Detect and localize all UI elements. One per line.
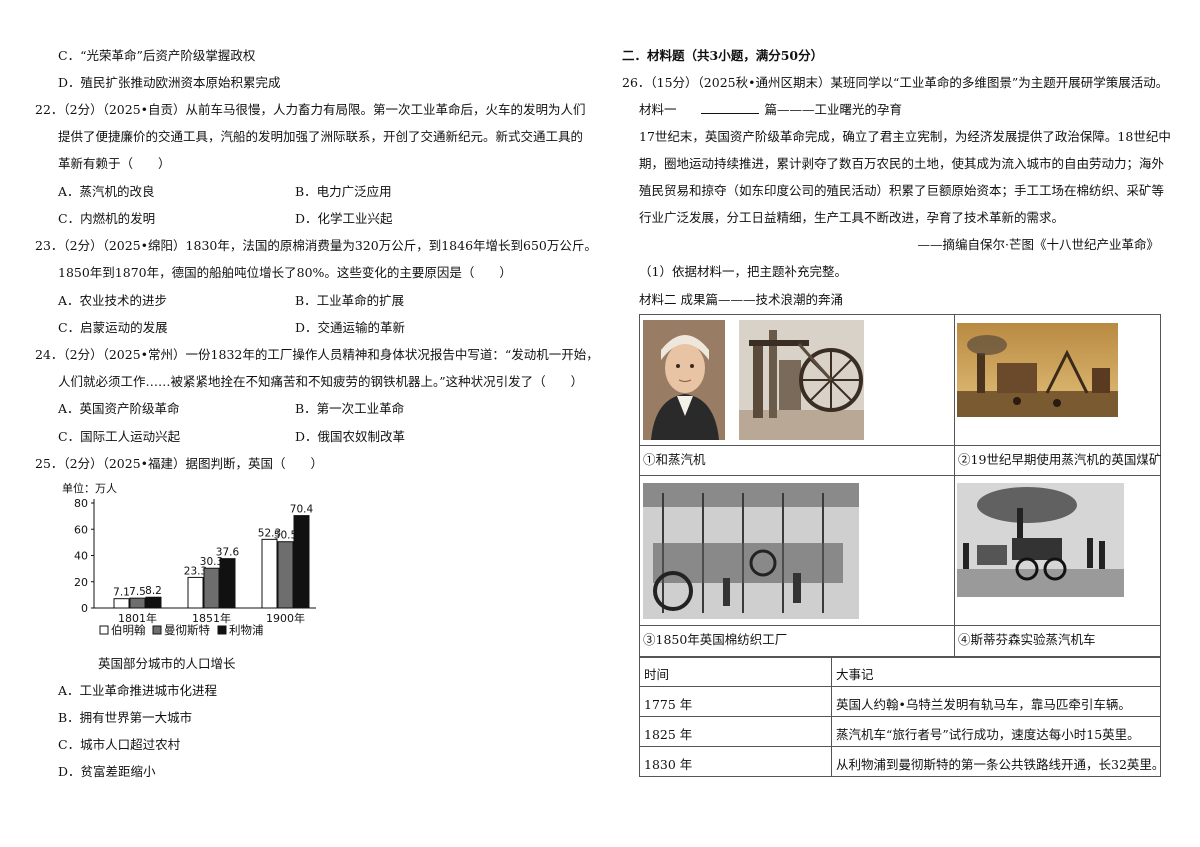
cotton-mill-image <box>643 483 859 619</box>
table-row: 1830 年 从利物浦到曼彻斯特的第一条公共铁路线开通，长32英里。 <box>640 746 1164 777</box>
locomotive-image <box>957 483 1124 597</box>
caption-3: ③1850年英国棉纺织工厂 <box>643 632 788 647</box>
q23-option-a: A．农业技术的进步 <box>58 293 168 308</box>
material-one-text-line1: 17世纪末，英国资产阶级革命完成，确立了君主立宪制，为经济发展提供了政治保障。1… <box>639 129 1171 144</box>
material-one-text-line2: 期，圈地运动持续推进，累计剥夺了数百万农民的土地，使其成为流入城市的自由劳动力；… <box>639 156 1165 171</box>
row-time: 1825 年 <box>644 727 693 742</box>
material-one-text-line3: 殖民贸易和掠夺（如东印度公司的殖民活动）积累了巨额原始资本；手工工场在棉纺织、采… <box>639 183 1165 198</box>
bar-value-label: 70.4 <box>290 504 314 516</box>
bar <box>261 538 278 609</box>
bar <box>113 598 130 609</box>
table-row: 1775 年 英国人约翰•乌特兰发明有轨马车，靠马匹牵引车辆。 <box>640 686 1160 717</box>
legend-label: 利物浦 <box>229 623 264 637</box>
legend-swatch <box>217 625 227 635</box>
bar <box>293 515 310 609</box>
material-one-title-tail: 篇———工业曙光的孕育 <box>764 102 903 117</box>
q24-stem-line2: 人们就必须工作……被紧紧地拴在不知痛苦和不知疲劳的钢铁机器上。”这种状况引发了（… <box>58 374 584 389</box>
q24-option-d: D．俄国农奴制改革 <box>295 429 406 444</box>
q23-option-d: D．交通运输的革新 <box>295 320 406 335</box>
y-tick-label: 60 <box>74 523 88 536</box>
watt-portrait-image <box>643 320 725 440</box>
material-two-heading: 材料二 成果篇———技术浪潮的奔涌 <box>639 292 843 307</box>
theme-blank <box>700 102 759 114</box>
material-two-figure-grid: ①和蒸汽机 ②19世纪早期使用蒸汽机的英国煤矿 ③1850年英国棉纺织工厂 ④斯… <box>639 314 1161 658</box>
row-time: 1830 年 <box>644 757 693 772</box>
q22-option-b: B．电力广泛应用 <box>295 184 392 199</box>
q25-option-a: A．工业革命推进城市化进程 <box>58 683 218 698</box>
sub-question-1: （1）依据材料一，把主题补充完整。 <box>639 264 847 279</box>
grid-divider <box>954 315 955 657</box>
bar-value-label: 37.6 <box>216 547 240 559</box>
bar-value-label: 8.2 <box>145 585 162 597</box>
row-event: 英国人约翰•乌特兰发明有轨马车，靠马匹牵引车辆。 <box>836 697 1131 712</box>
row-event: 从利物浦到曼彻斯特的第一条公共铁路线开通，长32英里。 <box>836 757 1165 772</box>
material-one-heading: 材料一 篇———工业曙光的孕育 <box>639 102 902 118</box>
grid-divider <box>640 445 1160 446</box>
q23-stem-line1: 23．（2分）（2025•绵阳）1830年，法国的原棉消费量为320万公斤，到1… <box>35 238 597 253</box>
bar <box>145 596 162 609</box>
bar <box>129 597 146 609</box>
q22-stem-line2: 提供了便捷廉价的交通工具，汽船的发明加强了洲际联系，开创了交通新纪元。新式交通工… <box>58 129 584 144</box>
header-time: 时间 <box>644 667 670 682</box>
y-tick-label: 0 <box>81 602 88 615</box>
caption-1: ①和蒸汽机 <box>643 452 706 467</box>
coal-mine-painting-image <box>957 323 1118 417</box>
legend-label: 伯明翰 <box>111 623 146 637</box>
q22-stem-line3: 革新有赖于（ ） <box>58 156 171 171</box>
bar <box>203 567 220 609</box>
header-event: 大事记 <box>836 667 874 682</box>
x-category-label: 1900年 <box>266 611 305 625</box>
bar-value-label: 7.1 <box>113 587 130 599</box>
q22-option-d: D．化学工业兴起 <box>295 211 393 226</box>
section-heading: 二．材料题（共3小题，满分50分） <box>622 48 824 63</box>
q22-option-c: C．内燃机的发明 <box>58 211 156 226</box>
legend-swatch <box>99 625 109 635</box>
y-tick-label: 80 <box>74 497 88 510</box>
y-tick-label: 20 <box>74 576 88 589</box>
table-header-row: 时间 大事记 <box>640 656 1160 687</box>
material-one-text-line4: 行业广泛发展，分工日益精细，生产工具不断改进，孕育了技术革新的需求。 <box>639 210 1065 225</box>
y-tick-label: 40 <box>74 550 88 563</box>
q23-stem-line2: 1850年到1870年，德国的船舶吨位增长了80%。这些变化的主要原因是（ ） <box>58 265 512 280</box>
q22-stem-line1: 22．（2分）（2025•自贡）从前车马很慢，人力畜力有局限。第一次工业革命后，… <box>35 102 586 117</box>
q21-option-d: D．殖民扩张推动欧洲资本原始积累完成 <box>58 75 281 90</box>
grid-divider <box>640 625 1160 626</box>
q25-option-d: D．贫富差距缩小 <box>58 764 156 779</box>
material-one-label: 材料一 <box>639 102 677 117</box>
chart-caption: 英国部分城市的人口增长 <box>98 656 236 671</box>
caption-4: ④斯蒂芬森实验蒸汽机车 <box>958 632 1096 647</box>
row-time: 1775 年 <box>644 697 693 712</box>
y-axis-unit-label: 单位：万人 <box>62 481 117 495</box>
q22-option-a: A．蒸汽机的改良 <box>58 184 155 199</box>
q24-option-a: A．英国资产阶级革命 <box>58 401 180 416</box>
legend-label: 曼彻斯特 <box>164 623 210 637</box>
bar <box>277 541 294 609</box>
q24-stem-line1: 24．（2分）（2025•常州）一份1832年的工厂操作人员精神和身体状况报告中… <box>35 347 599 362</box>
bar-value-label: 7.5 <box>129 586 146 598</box>
q23-option-b: B．工业革命的扩展 <box>295 293 405 308</box>
caption-2: ②19世纪早期使用蒸汽机的英国煤矿 <box>958 452 1162 467</box>
table-row: 1825 年 蒸汽机车“旅行者号”试行成功，速度达每小时15英里。 <box>640 716 1160 747</box>
population-bar-chart: 单位：万人0204060807.1 7.5 8.21801年23.330.337.6… <box>62 481 316 637</box>
q25-option-b: B．拥有世界第一大城市 <box>58 710 193 725</box>
q25-stem: 25．（2分）（2025•福建）据图判断，英国（ ） <box>35 456 324 471</box>
q26-stem: 26．（15分）（2025秋•通州区期末）某班同学以“工业革命的多维图景”为主题… <box>622 75 1169 90</box>
q25-option-c: C．城市人口超过农村 <box>58 737 181 752</box>
bar <box>219 558 236 609</box>
bar <box>187 576 204 609</box>
q23-option-c: C．启蒙运动的发展 <box>58 320 168 335</box>
legend-swatch <box>152 625 162 635</box>
grid-divider <box>640 475 1160 476</box>
row-event: 蒸汽机车“旅行者号”试行成功，速度达每小时15英里。 <box>836 727 1140 742</box>
events-table: 时间 大事记 1775 年 英国人约翰•乌特兰发明有轨马车，靠马匹牵引车辆。 1… <box>639 656 1164 777</box>
steam-engine-image <box>739 320 864 440</box>
q24-option-b: B．第一次工业革命 <box>295 401 405 416</box>
q21-option-c: C．“光荣革命”后资产阶级掌握政权 <box>58 48 256 63</box>
material-one-source: ——摘编自保尔·芒图《十八世纪产业革命》 <box>917 237 1159 252</box>
q24-option-c: C．国际工人运动兴起 <box>58 429 181 444</box>
